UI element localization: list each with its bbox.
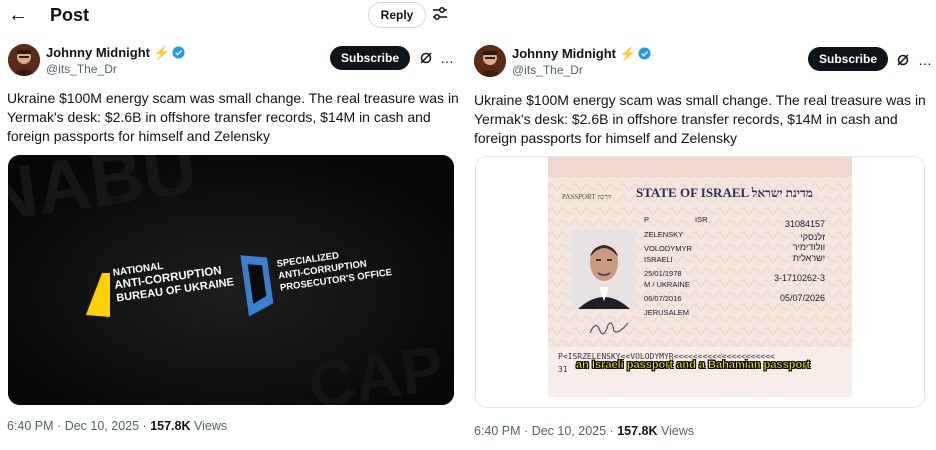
author-row: Johnny Midnight ⚡ @its_The_Dr Subscribe … bbox=[474, 45, 934, 79]
separator: · bbox=[609, 424, 614, 438]
tweet-line: Yermak's desk: $2.6B in offshore transfe… bbox=[7, 109, 431, 125]
post-time[interactable]: 6:40 PM bbox=[474, 424, 521, 438]
passport-fields: P ISR ZELENSKY VOLODYMYR ISRAELI 25/01/19… bbox=[644, 215, 708, 317]
passport-mrz-2: 31 bbox=[558, 365, 568, 374]
tweet-line: Yermak's desk: $2.6B in offshore transfe… bbox=[474, 111, 898, 127]
author-row: Johnny Midnight ⚡ @its_The_Dr Subscribe … bbox=[8, 44, 458, 78]
tweet-line: Ukraine $100M energy scam was small chan… bbox=[7, 90, 459, 106]
post-time[interactable]: 6:40 PM bbox=[7, 419, 54, 433]
separator: · bbox=[57, 419, 62, 433]
tweet-text: Ukraine $100M energy scam was small chan… bbox=[474, 91, 934, 148]
tweet-line: foreign passports for himself and Zelens… bbox=[474, 130, 738, 146]
lightning-emoji: ⚡ bbox=[619, 46, 636, 61]
sliders-icon[interactable] bbox=[432, 6, 448, 22]
more-options-icon[interactable]: … bbox=[440, 50, 455, 66]
tweet-line: Ukraine $100M energy scam was small chan… bbox=[474, 92, 926, 108]
views-label: Views bbox=[661, 424, 695, 438]
author-name[interactable]: Johnny Midnight ⚡ bbox=[46, 45, 185, 61]
top-bar: ← Post Reply bbox=[0, 0, 462, 32]
views-count: 157.8K bbox=[150, 419, 191, 433]
author-name[interactable]: Johnny Midnight ⚡ bbox=[512, 46, 651, 62]
video-caption: an Israeli passport and a Bahamian passp… bbox=[576, 359, 811, 371]
subscribe-button[interactable]: Subscribe bbox=[330, 46, 410, 70]
passport-right-fields: 31084157 זלנסקי וולודימיר ישראלית 3-1710… bbox=[774, 219, 826, 303]
separator: · bbox=[524, 424, 529, 438]
author-handle[interactable]: @its_The_Dr bbox=[512, 63, 583, 77]
avatar[interactable] bbox=[8, 44, 40, 76]
views-count: 157.8K bbox=[617, 424, 658, 438]
passport-state-title: STATE OF ISRAEL מדינת ישראל bbox=[636, 185, 813, 200]
verified-badge-icon bbox=[172, 46, 185, 59]
left-post-panel: ← Post Reply Johnny Midnight ⚡ @its_The_… bbox=[0, 0, 462, 450]
verified-badge-icon bbox=[638, 47, 651, 60]
views-label: Views bbox=[194, 419, 228, 433]
media-image-logos[interactable]: NABU CAP NATIONAL ANTI-CORRUPTION BUREAU… bbox=[8, 155, 454, 405]
post-date[interactable]: Dec 10, 2025 bbox=[532, 424, 606, 438]
right-post-panel: Johnny Midnight ⚡ @its_The_Dr Subscribe … bbox=[466, 0, 936, 450]
grok-icon[interactable] bbox=[419, 51, 433, 65]
grok-icon[interactable] bbox=[896, 53, 910, 67]
post-meta: 6:40 PM · Dec 10, 2025 · 157.8K Views bbox=[7, 419, 227, 433]
tweet-text: Ukraine $100M energy scam was small chan… bbox=[7, 89, 459, 146]
author-handle[interactable]: @its_The_Dr bbox=[46, 62, 117, 76]
passport-header-left: PASSPORT דרכון bbox=[562, 193, 612, 201]
more-options-icon[interactable]: … bbox=[918, 52, 933, 68]
subscribe-button[interactable]: Subscribe bbox=[808, 47, 888, 71]
signature-icon bbox=[589, 322, 629, 335]
reply-button[interactable]: Reply bbox=[368, 2, 426, 28]
avatar[interactable] bbox=[474, 45, 506, 77]
separator: · bbox=[142, 419, 147, 433]
page-title: Post bbox=[50, 5, 90, 25]
post-meta: 6:40 PM · Dec 10, 2025 · 157.8K Views bbox=[474, 424, 694, 438]
passport-page: PASSPORT דרכון STATE OF ISRAEL מדינת ישר… bbox=[548, 157, 852, 397]
lightning-emoji: ⚡ bbox=[153, 45, 170, 60]
post-date[interactable]: Dec 10, 2025 bbox=[65, 419, 139, 433]
passport-photo bbox=[572, 229, 636, 309]
media-image-passport[interactable]: PASSPORT דרכון STATE OF ISRAEL מדינת ישר… bbox=[475, 156, 925, 408]
back-arrow-icon[interactable]: ← bbox=[8, 4, 28, 26]
tweet-line: foreign passports for himself and Zelens… bbox=[7, 128, 271, 144]
